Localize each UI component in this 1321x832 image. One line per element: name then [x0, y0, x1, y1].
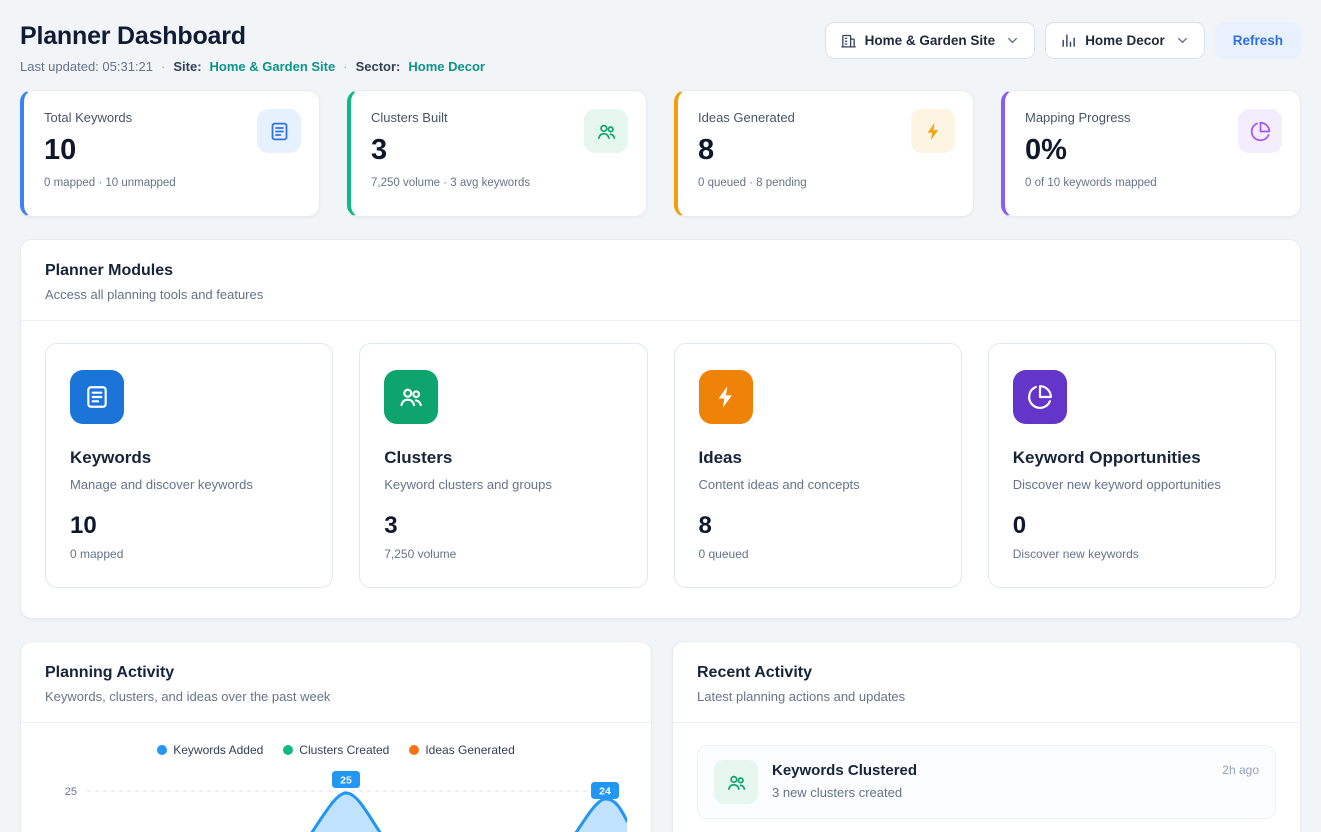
module-title: Clusters	[384, 448, 622, 468]
lightning-bolt-icon	[911, 109, 955, 153]
sector-label: Sector:	[356, 59, 401, 74]
site-selector-dropdown[interactable]: Home & Garden Site	[825, 22, 1036, 59]
activity-timestamp: 2h ago	[1222, 763, 1259, 777]
sector-selector-dropdown[interactable]: Home Decor	[1045, 22, 1205, 59]
activity-text: Keywords Clustered 3 new clusters create…	[772, 760, 1208, 800]
module-description: Manage and discover keywords	[70, 477, 308, 492]
area-chart: 25 25 24	[45, 769, 627, 832]
stat-subtitle: 0 of 10 keywords mapped	[1025, 177, 1280, 189]
bar-chart-icon	[1060, 32, 1077, 49]
module-card-clusters[interactable]: Clusters Keyword clusters and groups 3 7…	[359, 343, 647, 588]
recent-activity-header: Recent Activity Latest planning actions …	[673, 642, 1300, 722]
document-lines-icon	[70, 370, 124, 424]
activity-title: Keywords Clustered	[772, 762, 1208, 779]
pie-chart-icon	[1013, 370, 1067, 424]
sector-selector-label: Home Decor	[1085, 33, 1165, 48]
legend-dot-icon	[409, 745, 419, 755]
users-icon	[384, 370, 438, 424]
module-title: Keywords	[70, 448, 308, 468]
pie-chart-icon	[1238, 109, 1282, 153]
module-value: 8	[699, 512, 937, 540]
header-left: Planner Dashboard Last updated: 05:31:21…	[20, 22, 485, 74]
module-description: Content ideas and concepts	[699, 477, 937, 492]
stat-card-ideas-generated: Ideas Generated 8 0 queued · 8 pending	[674, 90, 974, 217]
refresh-button[interactable]: Refresh	[1215, 22, 1301, 59]
users-icon	[714, 760, 758, 804]
module-card-ideas[interactable]: Ideas Content ideas and concepts 8 0 que…	[674, 343, 962, 588]
stat-subtitle: 7,250 volume · 3 avg keywords	[371, 177, 626, 189]
module-subtitle: 0 mapped	[70, 547, 308, 561]
section-subtitle: Latest planning actions and updates	[697, 689, 1276, 704]
legend-item-ideas-generated: Ideas Generated	[409, 743, 514, 757]
modules-grid: Keywords Manage and discover keywords 10…	[21, 321, 1300, 618]
last-updated-text: Last updated: 05:31:21	[20, 59, 153, 74]
stat-subtitle: 0 queued · 8 pending	[698, 177, 953, 189]
building-icon	[840, 32, 857, 49]
activity-description: 3 new clusters created	[772, 785, 1208, 800]
meta-separator: ·	[343, 59, 347, 74]
meta-separator: ·	[161, 59, 165, 74]
module-subtitle: 0 queued	[699, 547, 937, 561]
site-selector-label: Home & Garden Site	[865, 33, 996, 48]
stat-card-total-keywords: Total Keywords 10 0 mapped · 10 unmapped	[20, 90, 320, 217]
page-title: Planner Dashboard	[20, 22, 485, 51]
module-subtitle: Discover new keywords	[1013, 547, 1251, 561]
lightning-bolt-icon	[699, 370, 753, 424]
module-card-keywords[interactable]: Keywords Manage and discover keywords 10…	[45, 343, 333, 588]
legend-dot-icon	[283, 745, 293, 755]
header-controls: Home & Garden Site Home Decor Refresh	[825, 22, 1301, 59]
document-lines-icon	[257, 109, 301, 153]
planning-activity-header: Planning Activity Keywords, clusters, an…	[21, 642, 651, 722]
recent-activity-panel: Recent Activity Latest planning actions …	[672, 641, 1301, 832]
y-axis-tick: 25	[65, 786, 77, 798]
users-icon	[584, 109, 628, 153]
legend-item-keywords-added: Keywords Added	[157, 743, 263, 757]
recent-activity-list: Keywords Clustered 3 new clusters create…	[673, 723, 1300, 819]
chevron-down-icon	[1005, 33, 1020, 48]
activity-list-item: Keywords Clustered 3 new clusters create…	[697, 745, 1276, 819]
point-label: 25	[340, 775, 352, 787]
module-card-keyword-opportunities[interactable]: Keyword Opportunities Discover new keywo…	[988, 343, 1276, 588]
module-description: Discover new keyword opportunities	[1013, 477, 1251, 492]
chart-legend: Keywords Added Clusters Created Ideas Ge…	[45, 743, 627, 757]
stats-row: Total Keywords 10 0 mapped · 10 unmapped…	[20, 90, 1301, 217]
header-meta: Last updated: 05:31:21 · Site: Home & Ga…	[20, 59, 485, 74]
module-value: 0	[1013, 512, 1251, 540]
module-subtitle: 7,250 volume	[384, 547, 622, 561]
site-link[interactable]: Home & Garden Site	[210, 59, 336, 74]
planner-modules-panel: Planner Modules Access all planning tool…	[20, 239, 1301, 619]
sector-link[interactable]: Home Decor	[408, 59, 485, 74]
chevron-down-icon	[1175, 33, 1190, 48]
planner-dashboard-page: Planner Dashboard Last updated: 05:31:21…	[0, 0, 1321, 832]
section-subtitle: Access all planning tools and features	[45, 287, 1276, 302]
stat-card-clusters-built: Clusters Built 3 7,250 volume · 3 avg ke…	[347, 90, 647, 217]
legend-label: Ideas Generated	[425, 743, 514, 757]
data-point-label-badge: 24	[591, 782, 619, 799]
legend-label: Clusters Created	[299, 743, 389, 757]
bottom-row: Planning Activity Keywords, clusters, an…	[20, 641, 1301, 832]
header: Planner Dashboard Last updated: 05:31:21…	[20, 22, 1301, 74]
planning-activity-chart: Keywords Added Clusters Created Ideas Ge…	[21, 723, 651, 832]
module-title: Ideas	[699, 448, 937, 468]
legend-label: Keywords Added	[173, 743, 263, 757]
stat-card-mapping-progress: Mapping Progress 0% 0 of 10 keywords map…	[1001, 90, 1301, 217]
legend-item-clusters-created: Clusters Created	[283, 743, 389, 757]
data-point-label-badge: 25	[332, 771, 360, 788]
site-label: Site:	[173, 59, 201, 74]
planner-modules-header: Planner Modules Access all planning tool…	[21, 240, 1300, 320]
section-title: Planner Modules	[45, 262, 1276, 280]
legend-dot-icon	[157, 745, 167, 755]
module-value: 3	[384, 512, 622, 540]
planning-activity-panel: Planning Activity Keywords, clusters, an…	[20, 641, 652, 832]
stat-subtitle: 0 mapped · 10 unmapped	[44, 177, 299, 189]
section-title: Planning Activity	[45, 664, 627, 682]
module-value: 10	[70, 512, 308, 540]
section-title: Recent Activity	[697, 664, 1276, 682]
module-title: Keyword Opportunities	[1013, 448, 1251, 468]
point-label: 24	[599, 786, 611, 798]
module-description: Keyword clusters and groups	[384, 477, 622, 492]
section-subtitle: Keywords, clusters, and ideas over the p…	[45, 689, 627, 704]
